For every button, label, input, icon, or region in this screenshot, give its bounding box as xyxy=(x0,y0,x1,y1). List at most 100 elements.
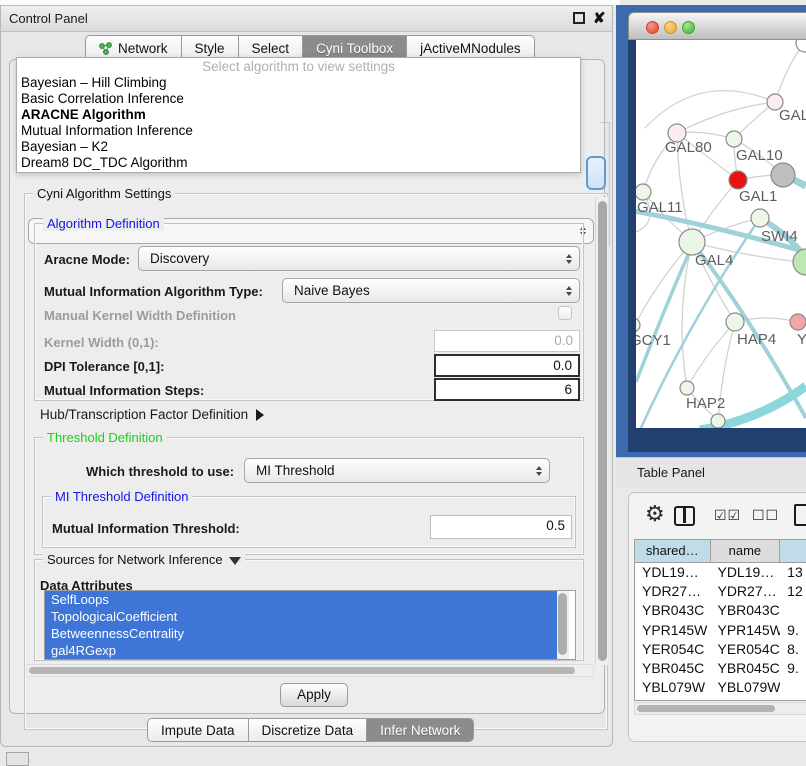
scrollbar-thumb[interactable] xyxy=(637,705,775,712)
node-label: GCY1 xyxy=(636,332,671,349)
expanded-arrow-icon xyxy=(229,557,241,565)
table-row[interactable]: YPR145WYPR145W9. xyxy=(635,621,806,640)
control-panel-titlebar: Control Panel ✘ xyxy=(1,6,612,32)
algorithm-option[interactable]: ARACNE Algorithm xyxy=(17,107,580,123)
sources-legend[interactable]: Sources for Network Inference xyxy=(43,552,245,567)
dpi-tolerance-field[interactable]: 0.0 xyxy=(434,354,580,377)
select-all-icon[interactable]: ☑☑ xyxy=(714,507,741,524)
tab-label: Style xyxy=(195,41,225,56)
network-window-titlebar[interactable] xyxy=(628,12,806,40)
algorithm-option[interactable]: Basic Correlation Inference xyxy=(17,91,580,107)
algorithm-option[interactable]: Dream8 DC_TDC Algorithm xyxy=(17,155,580,171)
table-row[interactable]: YLR345WYLR345W9. xyxy=(635,697,806,701)
network-node-GAL1[interactable] xyxy=(729,171,747,189)
column-header[interactable] xyxy=(780,540,806,562)
algorithm-definition-legend: Algorithm Definition xyxy=(43,216,164,231)
data-attribute-item[interactable]: BetweennessCentrality xyxy=(45,625,557,642)
settings-vertical-scrollbar[interactable] xyxy=(595,197,608,665)
network-node-Y-cut[interactable] xyxy=(790,314,806,330)
node-label: GAL1 xyxy=(739,188,777,205)
import-table-icon[interactable] xyxy=(794,504,806,526)
algorithm-option[interactable]: Mutual Information Inference xyxy=(17,123,580,139)
data-attribute-item[interactable]: gal4RGexp xyxy=(45,642,557,659)
tab-label: Cyni Toolbox xyxy=(316,41,393,56)
data-attributes-list[interactable]: SelfLoopsTopologicalCoefficientBetweenne… xyxy=(44,590,576,660)
network-node-GCY1[interactable] xyxy=(636,318,640,332)
docked-panel-icon[interactable] xyxy=(6,752,29,766)
manual-kernel-checkbox[interactable] xyxy=(558,306,572,320)
combo-spinner-icon xyxy=(566,254,572,264)
algorithm-option[interactable]: Bayesian – Hill Climbing xyxy=(17,75,580,91)
network-node-SWI4[interactable] xyxy=(751,209,769,227)
settings-horizontal-scrollbar[interactable] xyxy=(26,664,594,677)
tab-impute-data[interactable]: Impute Data xyxy=(147,718,249,742)
table-row[interactable]: YBR043CYBR043C xyxy=(635,601,806,620)
scrollbar-thumb[interactable] xyxy=(29,667,575,674)
table-cell: YLR345W xyxy=(635,697,710,701)
table-cell: YBL079W xyxy=(710,678,780,697)
zoom-window-icon[interactable] xyxy=(682,21,695,34)
close-panel-icon[interactable]: ✘ xyxy=(593,9,606,27)
network-node-GAL11[interactable] xyxy=(636,184,651,200)
tab-label: jActiveMNodules xyxy=(420,41,521,56)
minimize-window-icon[interactable] xyxy=(664,21,677,34)
network-node-HAP4[interactable] xyxy=(726,313,744,331)
mi-steps-label: Mutual Information Steps: xyxy=(44,383,204,398)
scrollbar-thumb[interactable] xyxy=(598,201,607,661)
kernel-width-field[interactable]: 0.0 xyxy=(434,330,580,352)
mi-type-value: Naive Bayes xyxy=(294,283,370,298)
sources-legend-label: Sources for Network Inference xyxy=(47,552,223,567)
data-attribute-item[interactable]: TopologicalCoefficient xyxy=(45,608,557,625)
table-row[interactable]: YDR27…YDR27…12 xyxy=(635,582,806,601)
algorithm-option[interactable]: Bayesian – K2 xyxy=(17,139,580,155)
table-cell: YDL19… xyxy=(635,563,710,582)
apply-button[interactable]: Apply xyxy=(280,683,348,707)
table-horizontal-scrollbar[interactable] xyxy=(634,702,806,715)
which-threshold-combo[interactable]: MI Threshold xyxy=(244,458,550,483)
table-cell: 9. xyxy=(780,659,806,678)
tab-infer-network[interactable]: Infer Network xyxy=(367,718,474,742)
deselect-all-icon[interactable]: ☐☐ xyxy=(752,507,779,524)
attributes-list-scrollbar[interactable] xyxy=(557,591,569,659)
network-edge xyxy=(645,91,775,128)
network-node-big-green[interactable] xyxy=(793,249,806,275)
table-cell: 12 xyxy=(780,582,806,601)
table-row[interactable]: YBL079WYBL079W xyxy=(635,678,806,697)
table-settings-gear-icon[interactable]: ⚙ xyxy=(645,501,665,527)
node-label: GAL11 xyxy=(637,199,683,216)
table-row[interactable]: YER054CYER054C8. xyxy=(635,640,806,659)
scrollbar-thumb[interactable] xyxy=(558,593,567,655)
table-cell: YBR045C xyxy=(710,659,780,678)
mi-steps-field[interactable]: 6 xyxy=(434,378,580,401)
aracne-mode-combo[interactable]: Discovery xyxy=(138,246,580,271)
network-node-HAP2[interactable] xyxy=(680,381,694,395)
network-icon xyxy=(99,42,113,55)
table-cell: YLR345W xyxy=(710,697,780,701)
float-window-icon[interactable] xyxy=(573,12,585,24)
mi-algorithm-type-combo[interactable]: Naive Bayes xyxy=(282,278,580,303)
network-node-partial-top[interactable] xyxy=(796,40,806,52)
tab-discretize-data[interactable]: Discretize Data xyxy=(249,718,368,742)
network-canvas[interactable]: GALGAL80GAL10GAL1GAL11SWI4GAL4GCY1HAP4YH… xyxy=(636,40,806,428)
table-cell: YDL19… xyxy=(710,563,780,582)
obscured-algorithm-combo-fragment[interactable] xyxy=(586,156,606,190)
table-row[interactable]: YDL19…YDL19…13 xyxy=(635,563,806,582)
split-columns-icon[interactable] xyxy=(674,506,695,526)
aracne-mode-value: Discovery xyxy=(150,251,209,266)
column-header[interactable]: shared… xyxy=(635,540,711,562)
table-row[interactable]: YBR045CYBR045C9. xyxy=(635,659,806,678)
table-cell: YBR045C xyxy=(635,659,710,678)
data-attribute-item[interactable]: SelfLoops xyxy=(45,591,557,608)
network-node-gray-node[interactable] xyxy=(771,163,795,187)
hub-definition-expander[interactable]: Hub/Transcription Factor Definition xyxy=(40,407,264,422)
table-cell: YBL079W xyxy=(635,678,710,697)
network-node-partial-bottom[interactable] xyxy=(711,414,725,428)
table-cell: 9. xyxy=(780,621,806,640)
network-node-GAL10[interactable] xyxy=(726,131,742,147)
mi-threshold-field[interactable]: 0.5 xyxy=(430,515,572,539)
close-window-icon[interactable] xyxy=(646,21,659,34)
aracne-mode-label: Aracne Mode: xyxy=(44,252,130,267)
column-header[interactable]: name xyxy=(711,540,781,562)
network-edge xyxy=(775,44,803,102)
node-label: GAL4 xyxy=(695,252,733,269)
